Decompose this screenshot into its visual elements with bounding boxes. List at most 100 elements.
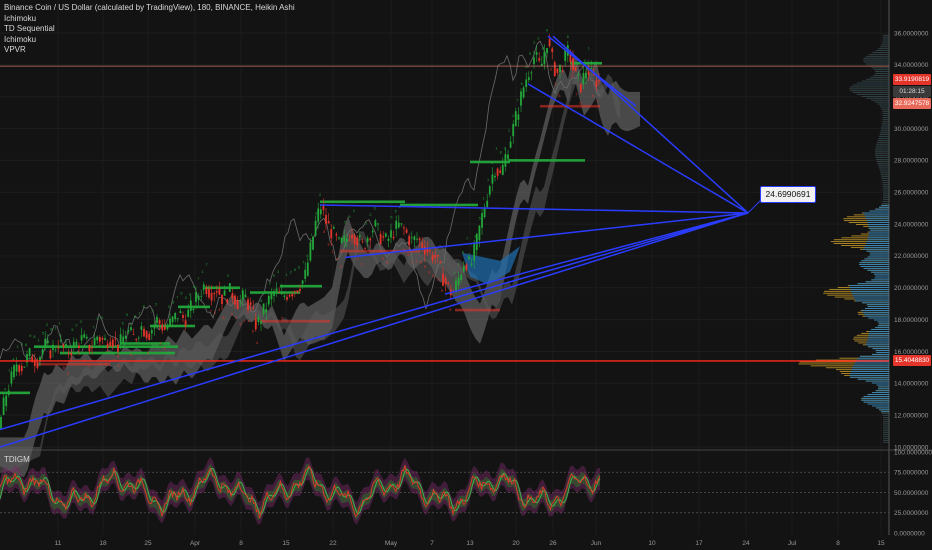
vpvr-bar-buy <box>870 76 889 78</box>
candle-body <box>455 280 457 291</box>
chart-canvas[interactable]: 4141689815261183923217388691599518972353… <box>0 0 932 550</box>
vpvr-bar-buy <box>866 220 889 222</box>
td-count: 6 <box>521 82 523 86</box>
td-count: 7 <box>176 296 178 300</box>
vpvr-bar-buy <box>879 206 889 208</box>
vpvr-bar-buy <box>881 176 889 178</box>
candle-body <box>457 277 460 286</box>
vpvr-bar-buy <box>863 61 889 63</box>
trend-line <box>0 212 749 431</box>
candle-body <box>221 294 223 305</box>
candle-body <box>44 338 47 348</box>
vpvr-bar-buy <box>867 340 889 342</box>
td-count: 8 <box>63 366 65 370</box>
trendline-value-callout[interactable]: 24.6990691 <box>760 186 816 203</box>
candle-body <box>254 318 257 330</box>
candle-body <box>78 345 80 348</box>
td-count: 5 <box>134 315 136 319</box>
candle-body <box>137 337 140 339</box>
legend-indicator-vpvr[interactable]: VPVR <box>4 45 295 56</box>
vpvr-bar-buy <box>868 233 889 235</box>
vpvr-bar-buy <box>857 357 889 359</box>
td-count: 7 <box>210 310 212 314</box>
vpvr-bar-buy <box>877 162 889 164</box>
vpvr-bar-buy <box>872 405 889 407</box>
td-count: 7 <box>416 260 418 264</box>
price-tick-label: 14.0000000 <box>894 381 929 388</box>
vpvr-bar-buy <box>867 222 889 223</box>
td-count: 8 <box>33 335 35 339</box>
td-count: 6 <box>567 35 569 39</box>
vpvr-bar-buy <box>880 174 889 176</box>
vpvr-bar-buy <box>867 338 889 340</box>
legend-indicator-td-sequential[interactable]: TD Sequential <box>4 24 295 35</box>
vpvr-bar-buy <box>882 183 889 185</box>
vpvr-bar-buy <box>867 269 889 271</box>
candle-body <box>166 326 169 330</box>
vpvr-bar-buy <box>882 113 889 115</box>
vpvr-bar-buy <box>857 378 889 380</box>
td-count: 7 <box>189 292 191 296</box>
vpvr-bar-buy <box>868 227 889 229</box>
time-tick-label: 15 <box>877 540 885 547</box>
td-count: 2 <box>571 75 573 79</box>
td-count: 3 <box>185 296 187 300</box>
td-count: 8 <box>222 316 224 320</box>
td-count: 2 <box>361 262 363 266</box>
td-level-bar <box>205 286 240 290</box>
candle-body <box>579 83 582 93</box>
td-count: 1 <box>88 364 90 368</box>
td-count: 5 <box>558 94 560 98</box>
td-count: 1 <box>483 197 485 201</box>
vpvr-bar-buy <box>879 105 889 107</box>
vpvr-bar-buy <box>868 231 889 233</box>
candle-body <box>7 390 10 395</box>
candle-body <box>291 293 294 297</box>
td-count: 1 <box>8 369 10 373</box>
candle-body <box>499 170 502 173</box>
vpvr-bar-buy <box>875 155 889 157</box>
candle-body <box>374 220 377 227</box>
td-count: 8 <box>172 301 174 305</box>
td-count: 3 <box>277 270 279 274</box>
time-tick-label: Apr <box>190 540 201 547</box>
candle-body <box>421 242 424 248</box>
legend-indicator-ichimoku[interactable]: Ichimoku <box>4 14 295 25</box>
time-axis[interactable]: 11 18 25 Apr 8 15 22 May 7 13 20 26 Jun 10 17 24 Jul 8 15 <box>55 540 885 547</box>
vpvr-bar-buy <box>882 418 889 420</box>
time-tick-label: May <box>385 540 398 547</box>
td-count: 9 <box>449 308 451 312</box>
candle-body <box>473 243 476 261</box>
td-count: 5 <box>164 346 166 350</box>
td-count: 1 <box>117 364 119 368</box>
vpvr-bar-buy <box>849 285 889 287</box>
vpvr-bar-buy <box>850 88 889 90</box>
candle-body <box>215 291 218 293</box>
legend: Binance Coin / US Dollar (calculated by … <box>4 3 295 56</box>
candle-body <box>348 239 351 241</box>
td-count: 1 <box>54 326 56 330</box>
candle-body <box>2 397 5 415</box>
candle-body <box>465 264 468 270</box>
vpvr-bar-buy <box>875 149 889 151</box>
candle-body <box>67 352 70 355</box>
vpvr-bar-buy <box>877 325 889 327</box>
vpvr-bar-buy <box>865 281 889 283</box>
td-count: 9 <box>579 102 581 106</box>
candle-body <box>488 186 491 195</box>
candle-body <box>436 254 439 257</box>
candle-body <box>501 164 504 175</box>
td-count: 4 <box>256 341 258 345</box>
vpvr-bar-buy <box>855 361 889 363</box>
candle-body <box>153 324 156 329</box>
candle-body <box>150 329 153 334</box>
td-count: 6 <box>193 285 195 289</box>
candle-body <box>574 66 577 72</box>
vpvr-histogram <box>798 34 889 443</box>
vpvr-bar-buy <box>868 317 889 319</box>
candle-body <box>509 141 512 148</box>
td-count: 5 <box>252 330 254 334</box>
legend-indicator-ichimoku-2[interactable]: Ichimoku <box>4 35 295 46</box>
candle-body <box>145 331 148 339</box>
td-count: 2 <box>491 161 493 165</box>
